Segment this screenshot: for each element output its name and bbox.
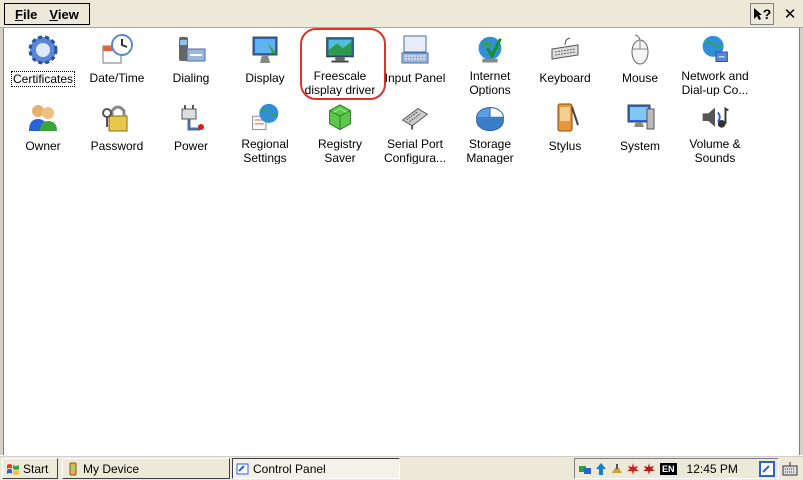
- internet-options-icon: [478, 36, 502, 63]
- network-icon: [702, 35, 728, 63]
- menu-bar: File View ? ✕: [0, 0, 803, 28]
- cpl-item-power[interactable]: Power: [152, 98, 230, 164]
- keyboard-icon: [782, 462, 798, 476]
- cpl-item-display[interactable]: Display: [226, 30, 304, 96]
- dialing-icon: [179, 37, 206, 62]
- maple-leaf-icon[interactable]: [626, 462, 640, 476]
- close-button[interactable]: ✕: [778, 3, 802, 25]
- help-arrow-icon: [753, 8, 762, 20]
- cpl-item-owner[interactable]: Owner: [4, 98, 82, 164]
- cpl-item-internet-options[interactable]: Internet Options: [451, 30, 529, 96]
- storage-manager-icon: [476, 107, 504, 131]
- mouse-icon: [631, 34, 649, 65]
- stylus-icon: [557, 103, 579, 132]
- taskbar-my-device[interactable]: My Device: [62, 458, 230, 479]
- cpl-item-label: Volume & Sounds: [689, 137, 741, 164]
- system-icon: [627, 104, 655, 130]
- my-device-label: My Device: [83, 461, 140, 476]
- control-panel-label: Control Panel: [253, 461, 326, 476]
- cpl-item-date-time[interactable]: Date/Time: [78, 30, 156, 96]
- menu-view[interactable]: View: [43, 7, 84, 22]
- cpl-item-freescale-display-driver[interactable]: Freescale display driver: [301, 30, 379, 96]
- cpl-item-certificates[interactable]: Certificates: [4, 30, 82, 96]
- cpl-item-label: Internet Options: [469, 69, 511, 96]
- help-glyph: ?: [762, 6, 772, 22]
- hardware-icon[interactable]: [610, 462, 624, 476]
- registry-saver-icon: [329, 104, 351, 131]
- cpl-item-label: Input Panel: [384, 71, 446, 85]
- owner-icon: [29, 105, 57, 131]
- cpl-item-mouse[interactable]: Mouse: [601, 30, 679, 96]
- cpl-item-label: Stylus: [548, 139, 582, 153]
- network-connected-icon[interactable]: [578, 462, 592, 476]
- cpl-item-label: Certificates: [10, 71, 76, 87]
- control-panel-view: Certificates Date/Time Dialing Display Frees…: [3, 28, 800, 455]
- cpl-item-regional-settings[interactable]: Regional Settings: [226, 98, 304, 164]
- close-icon: ✕: [783, 6, 797, 23]
- input-language-indicator[interactable]: EN: [660, 462, 677, 475]
- cpl-item-label: Dialing: [172, 71, 210, 85]
- freescale-display-driver-icon: [326, 37, 354, 63]
- usb-arrow-icon[interactable]: [594, 462, 608, 476]
- cpl-item-storage-manager[interactable]: Storage Manager: [451, 98, 529, 164]
- volume-sounds-icon: [702, 106, 729, 128]
- cpl-item-label: Storage Manager: [466, 137, 514, 164]
- help-button[interactable]: ?: [750, 3, 774, 25]
- cpl-item-label: Freescale display driver: [304, 69, 376, 96]
- start-button[interactable]: Start: [2, 458, 58, 479]
- cpl-item-label: System: [619, 139, 660, 153]
- cpl-item-label: Display: [245, 71, 285, 85]
- cpl-item-dialing[interactable]: Dialing: [152, 30, 230, 96]
- cpl-item-label: Mouse: [621, 71, 659, 85]
- windows-flag-icon: [7, 463, 19, 475]
- cpl-item-label: Keyboard: [539, 71, 591, 85]
- cpl-item-system[interactable]: System: [601, 98, 679, 164]
- cpl-item-stylus[interactable]: Stylus: [526, 98, 604, 164]
- start-label: Start: [23, 461, 49, 476]
- clock[interactable]: 12:45 PM: [687, 462, 738, 476]
- serial-port-icon: [401, 108, 429, 130]
- keyboard-icon: [551, 37, 579, 60]
- cpl-item-volume-sounds[interactable]: Volume & Sounds: [676, 98, 754, 164]
- menu-file[interactable]: File: [9, 7, 43, 22]
- taskbar-control-panel[interactable]: Control Panel: [232, 458, 400, 479]
- password-icon: [102, 105, 128, 132]
- cpl-item-label: Network and Dial-up Co...: [681, 69, 749, 96]
- taskbar: Start My Device Control Panel EN 12:45 P…: [0, 455, 803, 480]
- power-icon: [181, 105, 204, 131]
- desktop-toggle-button[interactable]: [757, 459, 777, 479]
- cpl-item-label: Serial Port Configura...: [383, 137, 447, 164]
- cpl-item-input-panel[interactable]: Input Panel: [376, 30, 454, 96]
- cpl-item-serial-port[interactable]: Serial Port Configura...: [376, 98, 454, 164]
- control-panel-icon: [236, 463, 249, 474]
- cpl-item-registry-saver[interactable]: Registry Saver: [301, 98, 379, 164]
- input-panel-icon: [401, 35, 429, 64]
- certificates-icon: [28, 35, 58, 65]
- cpl-item-password[interactable]: Password: [78, 98, 156, 164]
- regional-settings-icon: [252, 103, 279, 131]
- date-time-icon: [102, 34, 133, 64]
- maple-leaf-icon-2[interactable]: [642, 462, 656, 476]
- system-tray: EN 12:45 PM: [574, 458, 779, 479]
- cpl-item-label: Owner: [25, 139, 61, 153]
- display-icon: [252, 36, 278, 63]
- desktop-icon: [759, 461, 775, 477]
- keyboard-toggle-button[interactable]: [780, 459, 800, 479]
- cpl-item-keyboard[interactable]: Keyboard: [526, 30, 604, 96]
- menu-group: File View: [4, 3, 90, 25]
- cpl-item-label: Password: [90, 139, 144, 153]
- cpl-item-label: Date/Time: [89, 71, 145, 85]
- cpl-item-label: Regional Settings: [241, 137, 289, 164]
- cpl-item-label: Power: [173, 139, 208, 153]
- cpl-item-network[interactable]: Network and Dial-up Co...: [676, 30, 754, 96]
- my-device-icon: [69, 462, 77, 475]
- cpl-item-label: Registry Saver: [317, 137, 362, 164]
